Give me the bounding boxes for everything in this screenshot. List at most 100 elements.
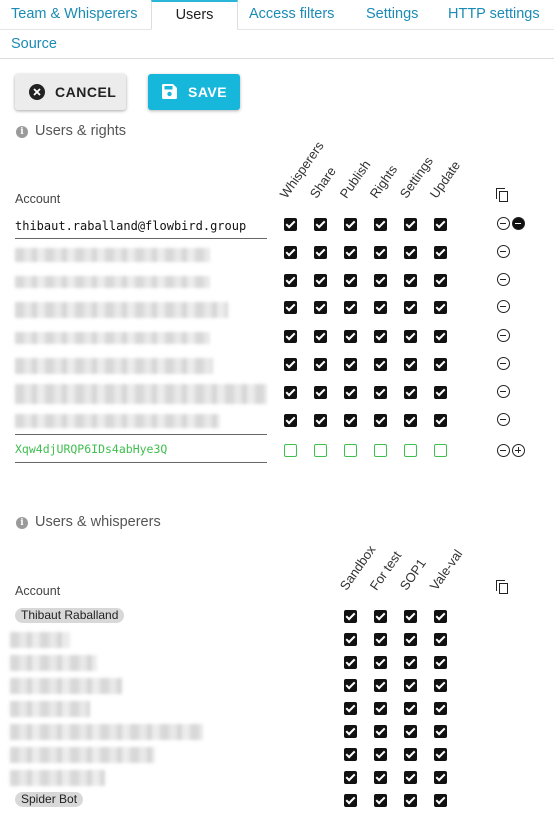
right-checkbox[interactable] [284, 386, 297, 399]
right-checkbox[interactable] [434, 414, 447, 427]
whisperer-checkbox[interactable] [404, 748, 417, 761]
new-right-checkbox[interactable] [344, 444, 357, 457]
whisperer-checkbox[interactable] [404, 794, 417, 807]
new-right-checkbox[interactable] [314, 444, 327, 457]
right-checkbox[interactable] [404, 301, 417, 314]
right-checkbox[interactable] [314, 358, 327, 371]
remove-user-icon[interactable] [497, 273, 510, 286]
whisperer-checkbox[interactable] [434, 633, 447, 646]
whisperer-checkbox[interactable] [404, 610, 417, 623]
new-user-field[interactable] [15, 436, 267, 463]
right-checkbox[interactable] [434, 358, 447, 371]
remove-user-icon[interactable] [497, 217, 510, 230]
right-checkbox[interactable] [284, 218, 297, 231]
whisperer-checkbox[interactable] [374, 748, 387, 761]
new-right-checkbox[interactable] [374, 444, 387, 457]
right-checkbox[interactable] [344, 358, 357, 371]
right-checkbox[interactable] [284, 414, 297, 427]
right-checkbox[interactable] [344, 414, 357, 427]
new-right-checkbox[interactable] [434, 444, 447, 457]
right-checkbox[interactable] [434, 218, 447, 231]
remove-user-icon[interactable] [497, 357, 510, 370]
whisperer-checkbox[interactable] [434, 725, 447, 738]
whisperer-checkbox[interactable] [374, 610, 387, 623]
whisperer-checkbox[interactable] [344, 702, 357, 715]
whisperer-checkbox[interactable] [374, 794, 387, 807]
remove-user-icon[interactable] [497, 385, 510, 398]
right-checkbox[interactable] [314, 246, 327, 259]
tab-access-filters[interactable]: Access filters [249, 6, 334, 22]
whisperer-checkbox[interactable] [344, 679, 357, 692]
remove-user-icon[interactable] [497, 413, 510, 426]
right-checkbox[interactable] [404, 274, 417, 287]
right-checkbox[interactable] [284, 246, 297, 259]
right-checkbox[interactable] [404, 330, 417, 343]
whisperer-checkbox[interactable] [404, 771, 417, 784]
remove-user-icon[interactable] [497, 245, 510, 258]
right-checkbox[interactable] [434, 246, 447, 259]
whisperer-checkbox[interactable] [374, 771, 387, 784]
new-right-checkbox[interactable] [284, 444, 297, 457]
whisperer-checkbox[interactable] [404, 725, 417, 738]
whisperer-checkbox[interactable] [374, 656, 387, 669]
right-checkbox[interactable] [374, 246, 387, 259]
right-checkbox[interactable] [314, 218, 327, 231]
new-right-checkbox[interactable] [404, 444, 417, 457]
right-checkbox[interactable] [344, 330, 357, 343]
right-checkbox[interactable] [314, 301, 327, 314]
right-checkbox[interactable] [374, 330, 387, 343]
whisperer-checkbox[interactable] [344, 633, 357, 646]
whisperer-checkbox[interactable] [344, 656, 357, 669]
copy-icon[interactable] [496, 188, 509, 202]
whisperer-checkbox[interactable] [434, 748, 447, 761]
remove-user-icon[interactable] [497, 300, 510, 313]
right-checkbox[interactable] [314, 330, 327, 343]
whisperer-checkbox[interactable] [344, 771, 357, 784]
right-checkbox[interactable] [374, 218, 387, 231]
whisperer-checkbox[interactable] [374, 633, 387, 646]
remove-user-icon[interactable] [497, 329, 510, 342]
whisperer-checkbox[interactable] [404, 656, 417, 669]
tab-users[interactable]: Users [151, 0, 238, 30]
whisperer-checkbox[interactable] [434, 679, 447, 692]
right-checkbox[interactable] [374, 386, 387, 399]
whisperer-checkbox[interactable] [434, 702, 447, 715]
right-checkbox[interactable] [344, 246, 357, 259]
whisperer-checkbox[interactable] [404, 633, 417, 646]
right-checkbox[interactable] [284, 274, 297, 287]
whisperer-checkbox[interactable] [434, 794, 447, 807]
tab-source[interactable]: Source [11, 36, 57, 52]
right-checkbox[interactable] [344, 218, 357, 231]
remove-user-icon[interactable] [497, 444, 510, 457]
whisperer-checkbox[interactable] [374, 679, 387, 692]
right-checkbox[interactable] [284, 358, 297, 371]
right-checkbox[interactable] [374, 414, 387, 427]
cancel-button[interactable]: CANCEL [15, 74, 126, 110]
whisperer-checkbox[interactable] [344, 748, 357, 761]
tab-http-settings[interactable]: HTTP settings [448, 6, 540, 22]
right-checkbox[interactable] [314, 274, 327, 287]
right-checkbox[interactable] [404, 246, 417, 259]
tab-team-whisperers[interactable]: Team & Whisperers [11, 6, 138, 22]
right-checkbox[interactable] [434, 274, 447, 287]
remove-all-icon[interactable] [512, 217, 525, 230]
whisperer-checkbox[interactable] [344, 794, 357, 807]
whisperer-checkbox[interactable] [374, 725, 387, 738]
right-checkbox[interactable] [404, 414, 417, 427]
right-checkbox[interactable] [434, 301, 447, 314]
right-checkbox[interactable] [284, 330, 297, 343]
right-checkbox[interactable] [434, 330, 447, 343]
whisperer-checkbox[interactable] [344, 725, 357, 738]
tab-settings[interactable]: Settings [366, 6, 418, 22]
whisperer-checkbox[interactable] [434, 610, 447, 623]
right-checkbox[interactable] [374, 274, 387, 287]
right-checkbox[interactable] [374, 358, 387, 371]
right-checkbox[interactable] [374, 301, 387, 314]
save-button[interactable]: SAVE [148, 74, 240, 110]
right-checkbox[interactable] [344, 274, 357, 287]
right-checkbox[interactable] [344, 386, 357, 399]
right-checkbox[interactable] [344, 301, 357, 314]
whisperer-checkbox[interactable] [434, 656, 447, 669]
right-checkbox[interactable] [404, 218, 417, 231]
whisperer-checkbox[interactable] [344, 610, 357, 623]
